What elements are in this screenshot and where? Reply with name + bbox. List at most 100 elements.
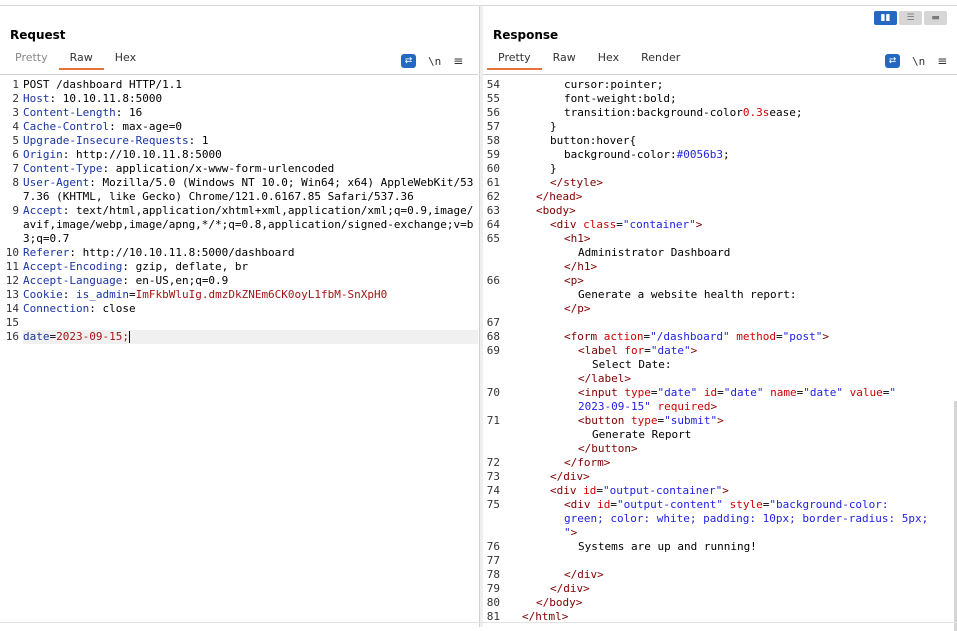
- code-line: Administrator Dashboard: [483, 246, 957, 260]
- code-token: >: [722, 484, 729, 497]
- code-text: Content-Length: 16: [23, 106, 478, 120]
- code-line: 74 <div id="output-container">: [483, 484, 957, 498]
- tab-render[interactable]: Render: [630, 51, 691, 70]
- line-number: 14: [5, 302, 19, 315]
- code-token: "submit": [664, 414, 718, 427]
- code-token: 2023-09-15": [578, 400, 651, 413]
- code-token: <div: [564, 498, 598, 511]
- code-text: }: [522, 162, 957, 176]
- code-text: <div id="output-container">: [522, 484, 957, 498]
- code-line: 61 </style>: [483, 176, 957, 190]
- line-number: 2: [12, 92, 19, 105]
- code-text: Cookie: is_admin=ImFkbWluIg.dmzDkZNEm6CK…: [23, 288, 478, 302]
- text-caret: [128, 331, 130, 343]
- line-number: 70: [486, 386, 500, 399]
- code-token: ;: [722, 148, 730, 161]
- code-text: Upgrade-Insecure-Requests: 1: [23, 134, 478, 148]
- line-number: 65: [486, 232, 500, 245]
- hamburger-menu-icon[interactable]: ≡: [937, 54, 947, 68]
- line-number: [483, 428, 500, 442]
- code-token: </div>: [550, 470, 590, 483]
- line-number: 76: [486, 540, 500, 553]
- code-token: Content-Type: [23, 162, 103, 175]
- code-token: <input: [578, 386, 625, 399]
- code-token: </body>: [536, 596, 583, 609]
- code-token: >: [690, 344, 698, 357]
- tab-hex[interactable]: Hex: [587, 51, 630, 70]
- tab-hex[interactable]: Hex: [104, 51, 147, 70]
- code-text: POST /dashboard HTTP/1.1: [23, 78, 478, 92]
- code-text: <body>: [522, 204, 957, 218]
- code-token: POST /dashboard HTTP/1.1: [23, 78, 182, 91]
- tab-raw[interactable]: Raw: [58, 51, 104, 70]
- code-line: Generate Report: [483, 428, 957, 442]
- code-line: 59 background-color:#0056b3;: [483, 148, 957, 162]
- code-token: Accept: [23, 204, 63, 217]
- line-number: [483, 288, 500, 302]
- line-number: 61: [486, 176, 500, 189]
- code-line: 55 font-weight:bold;: [483, 92, 957, 106]
- code-text: background-color:#0056b3;: [522, 148, 957, 162]
- line-number: 75: [486, 498, 500, 511]
- tab-pretty[interactable]: Pretty: [4, 51, 59, 70]
- code-text: Generate Report: [522, 428, 957, 442]
- line-number: 68: [486, 330, 500, 343]
- code-text: <form action="/dashboard" method="post">: [522, 330, 957, 344]
- response-editor[interactable]: 54 cursor:pointer; 55 font-weight:bold; 56 tr…: [483, 78, 957, 627]
- show-newlines-button[interactable]: \n: [428, 55, 441, 68]
- show-newlines-button[interactable]: \n: [912, 55, 925, 68]
- word-wrap-icon[interactable]: ⇄: [885, 54, 900, 68]
- line-number: 10: [5, 246, 19, 259]
- code-text: font-weight:bold;: [522, 92, 957, 106]
- code-line: 78 </div>: [483, 568, 957, 582]
- code-line: green; color: white; padding: 10px; bord…: [483, 512, 957, 526]
- code-token: :bold;: [636, 92, 677, 105]
- code-token: Origin: [23, 148, 63, 161]
- code-line: Generate a website health report:: [483, 288, 957, 302]
- code-line: 9 Accept: text/html,application/xhtml+xml…: [0, 204, 478, 246]
- hamburger-menu-icon[interactable]: ≡: [453, 54, 463, 68]
- code-line: 57}: [483, 120, 957, 134]
- code-token: : 10.10.11.8:5000: [49, 92, 163, 105]
- line-number: 77: [486, 554, 500, 567]
- line-number: 69: [486, 344, 500, 357]
- code-token: =: [128, 288, 136, 301]
- code-text: </div>: [522, 582, 957, 596]
- code-text: Host: 10.10.11.8:5000: [23, 92, 478, 106]
- code-text: Select Date:: [522, 358, 957, 372]
- response-tools: ⇄ \n ≡: [885, 54, 947, 68]
- code-token: :pointer;: [603, 78, 664, 91]
- request-editor[interactable]: 1 POST /dashboard HTTP/1.1 2 Host: 10.10.11…: [0, 78, 478, 627]
- code-token: </label>: [578, 372, 631, 385]
- code-token: type: [630, 414, 658, 427]
- code-text: </style>: [522, 176, 957, 190]
- code-token: Generate a website health report:: [578, 288, 797, 301]
- code-line: 11 Accept-Encoding: gzip, deflate, br: [0, 260, 478, 274]
- code-token: green; color: white; padding: 10px; bord…: [564, 512, 929, 525]
- line-number: 5: [12, 134, 19, 147]
- tab-pretty[interactable]: Pretty: [487, 51, 542, 70]
- code-token: "post": [782, 330, 823, 343]
- code-text: </body>: [522, 596, 957, 610]
- code-line: </button>: [483, 442, 957, 456]
- code-text: </div>: [522, 568, 957, 582]
- line-number: [483, 400, 500, 414]
- code-token: 0.3s: [742, 106, 770, 119]
- code-token: </div>: [564, 568, 604, 581]
- code-line: 65 <h1>: [483, 232, 957, 246]
- code-line: 1 POST /dashboard HTTP/1.1: [0, 78, 478, 92]
- word-wrap-icon[interactable]: ⇄: [401, 54, 416, 68]
- tab-raw[interactable]: Raw: [542, 51, 587, 70]
- code-token: ": [564, 526, 571, 539]
- code-line: 4 Cache-Control: max-age=0: [0, 120, 478, 134]
- line-number: 4: [12, 120, 19, 133]
- code-line: 66 <p>: [483, 274, 957, 288]
- line-number: [483, 526, 500, 540]
- code-token: >: [710, 400, 718, 413]
- code-line: 8 User-Agent: Mozilla/5.0 (Windows NT 10.…: [0, 176, 478, 204]
- code-text: green; color: white; padding: 10px; bord…: [522, 512, 957, 526]
- code-token: : 16: [115, 106, 143, 119]
- code-token: name: [763, 386, 797, 399]
- line-number: 72: [486, 456, 500, 469]
- line-number: [483, 372, 500, 386]
